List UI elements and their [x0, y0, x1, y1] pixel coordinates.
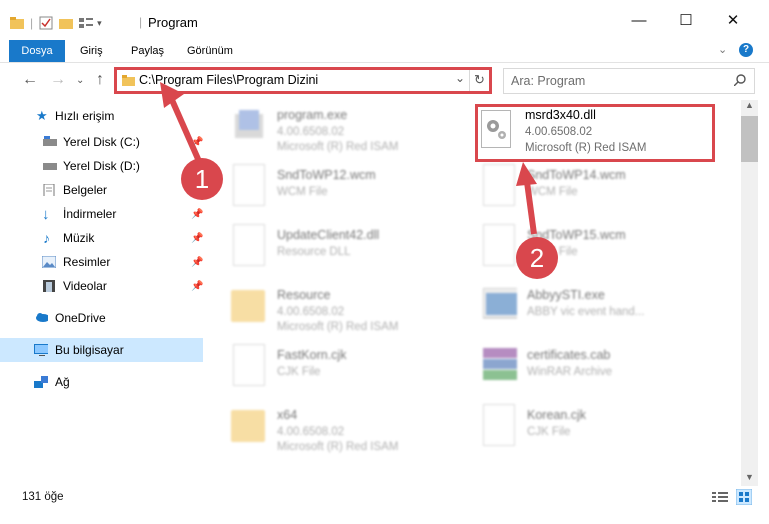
callout-2: 2 — [516, 237, 558, 279]
callout-1: 1 — [181, 158, 223, 200]
annotation-arrows — [160, 82, 537, 235]
